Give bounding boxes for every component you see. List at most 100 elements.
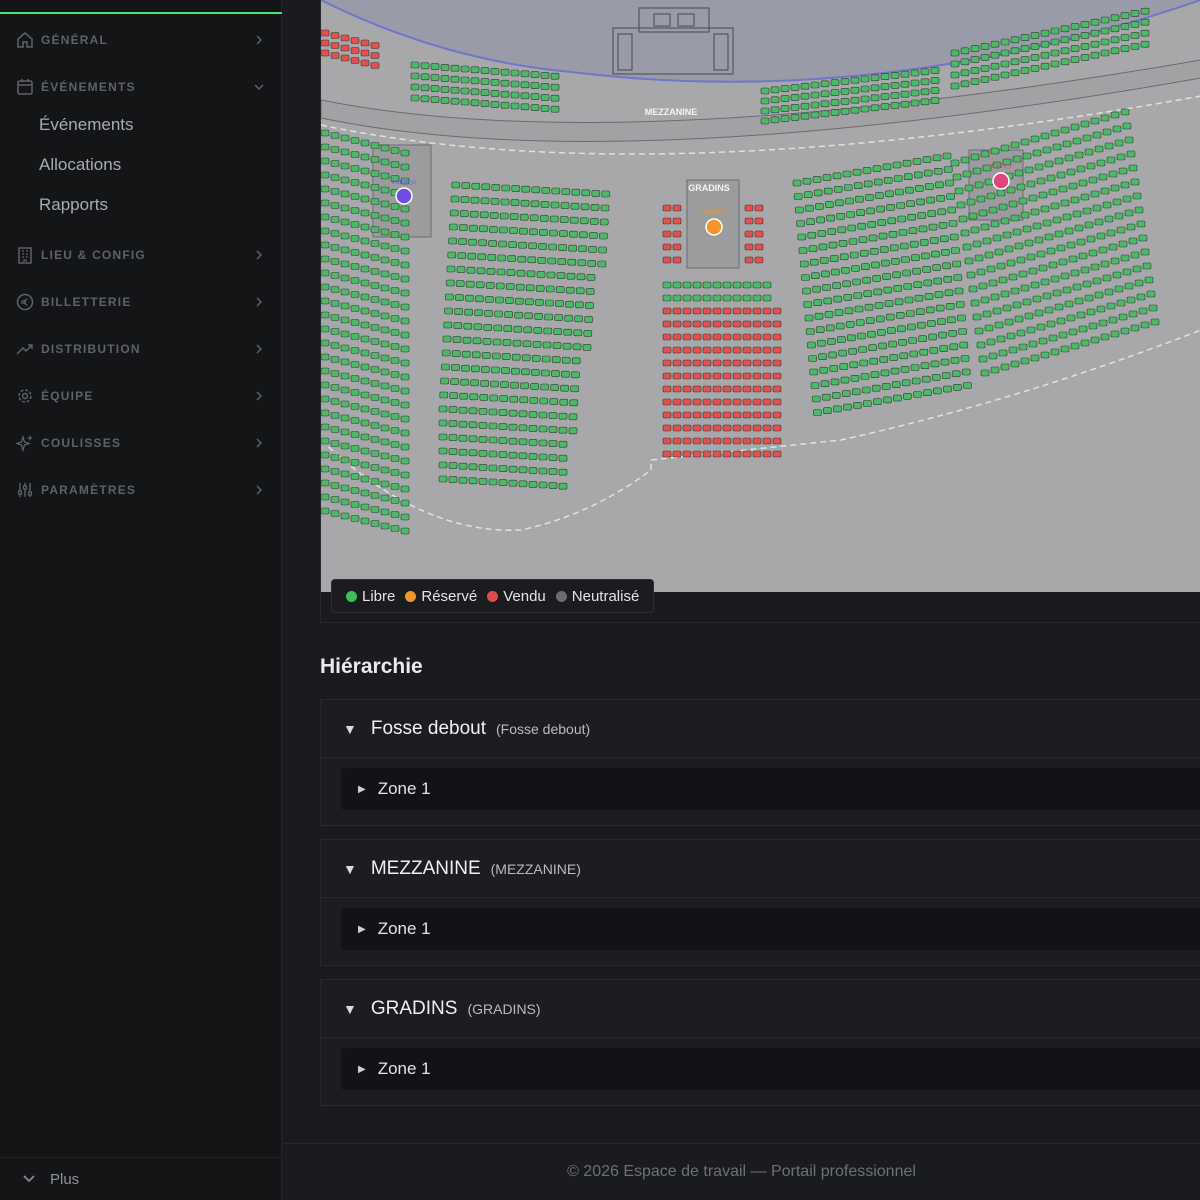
seat[interactable] [959, 341, 969, 349]
seat[interactable] [722, 320, 732, 328]
seat[interactable] [752, 398, 762, 406]
seat[interactable] [752, 424, 762, 432]
seat[interactable] [400, 429, 410, 437]
seat[interactable] [1036, 323, 1046, 331]
seat[interactable] [910, 99, 920, 107]
seat[interactable] [541, 187, 551, 194]
seat[interactable] [330, 160, 340, 167]
seat[interactable] [370, 296, 380, 303]
seat[interactable] [863, 180, 873, 188]
seat[interactable] [860, 95, 870, 103]
seat[interactable] [857, 332, 866, 340]
seat[interactable] [547, 257, 557, 265]
seat[interactable] [548, 440, 558, 447]
seat[interactable] [980, 43, 990, 50]
seat[interactable] [380, 172, 390, 180]
seat[interactable] [1070, 196, 1080, 204]
seat[interactable] [815, 326, 825, 334]
seat[interactable] [873, 178, 883, 186]
seat[interactable] [883, 286, 893, 294]
seat[interactable] [823, 297, 833, 305]
seat[interactable] [732, 320, 742, 328]
seat[interactable] [438, 447, 448, 455]
seat[interactable] [559, 216, 569, 223]
seat[interactable] [1074, 151, 1084, 159]
nav-section-distribution[interactable]: DISTRIBUTION [0, 334, 282, 364]
seat[interactable] [582, 344, 592, 351]
seat[interactable] [330, 496, 340, 503]
seat[interactable] [942, 262, 951, 270]
seat[interactable] [930, 97, 940, 104]
seat[interactable] [566, 272, 576, 280]
seat[interactable] [340, 484, 350, 492]
seat[interactable] [820, 110, 830, 118]
seat[interactable] [380, 508, 390, 516]
seat[interactable] [754, 230, 764, 238]
seat[interactable] [892, 271, 901, 279]
seat[interactable] [1118, 240, 1128, 248]
seat[interactable] [340, 302, 350, 310]
seat[interactable] [859, 249, 869, 257]
seat[interactable] [859, 359, 869, 367]
seat[interactable] [1140, 7, 1150, 15]
seat[interactable] [1136, 220, 1146, 228]
seat[interactable] [400, 485, 410, 493]
seat[interactable] [732, 424, 742, 432]
seat[interactable] [1102, 128, 1112, 136]
seat[interactable] [732, 346, 742, 354]
seat[interactable] [330, 244, 340, 251]
seat[interactable] [321, 227, 330, 235]
seat[interactable] [1070, 34, 1080, 41]
seat[interactable] [742, 307, 752, 315]
seat[interactable] [460, 65, 470, 73]
seat[interactable] [1124, 209, 1134, 217]
seat[interactable] [877, 219, 887, 226]
seat[interactable] [880, 83, 890, 90]
seat[interactable] [330, 174, 340, 181]
seat[interactable] [1020, 34, 1030, 41]
seat[interactable] [871, 384, 881, 392]
seat[interactable] [950, 82, 960, 90]
seat[interactable] [499, 212, 509, 220]
seat[interactable] [537, 257, 547, 264]
seat[interactable] [702, 450, 712, 458]
seat[interactable] [692, 385, 702, 393]
seat[interactable] [519, 227, 528, 235]
seat[interactable] [1014, 242, 1024, 250]
seat[interactable] [585, 288, 595, 295]
seat[interactable] [964, 257, 974, 265]
seat[interactable] [1058, 258, 1068, 266]
seat[interactable] [321, 171, 330, 179]
seat[interactable] [909, 240, 919, 248]
seat[interactable] [945, 179, 954, 187]
seat[interactable] [953, 274, 963, 281]
seat[interactable] [996, 335, 1006, 343]
seat[interactable] [853, 182, 863, 189]
seat[interactable] [370, 156, 380, 163]
seat[interactable] [546, 271, 556, 279]
seat[interactable] [370, 338, 380, 345]
seat[interactable] [896, 202, 905, 209]
seat[interactable] [1080, 32, 1090, 39]
seat[interactable] [440, 377, 449, 385]
seat[interactable] [915, 308, 925, 316]
seat[interactable] [863, 290, 873, 298]
seat[interactable] [872, 275, 881, 282]
seat[interactable] [806, 218, 815, 225]
seat[interactable] [1022, 298, 1032, 306]
seat[interactable] [573, 329, 583, 337]
seat[interactable] [832, 282, 841, 289]
seat[interactable] [950, 356, 960, 364]
seat[interactable] [470, 99, 480, 107]
seat[interactable] [772, 307, 782, 315]
seat[interactable] [360, 307, 370, 315]
seat[interactable] [872, 165, 882, 172]
seat[interactable] [1000, 217, 1010, 225]
seat[interactable] [531, 355, 541, 362]
seat[interactable] [530, 82, 540, 89]
seat[interactable] [1136, 293, 1146, 301]
seat[interactable] [529, 228, 538, 236]
seat[interactable] [813, 409, 822, 416]
seat[interactable] [849, 361, 859, 369]
seat[interactable] [556, 272, 566, 279]
